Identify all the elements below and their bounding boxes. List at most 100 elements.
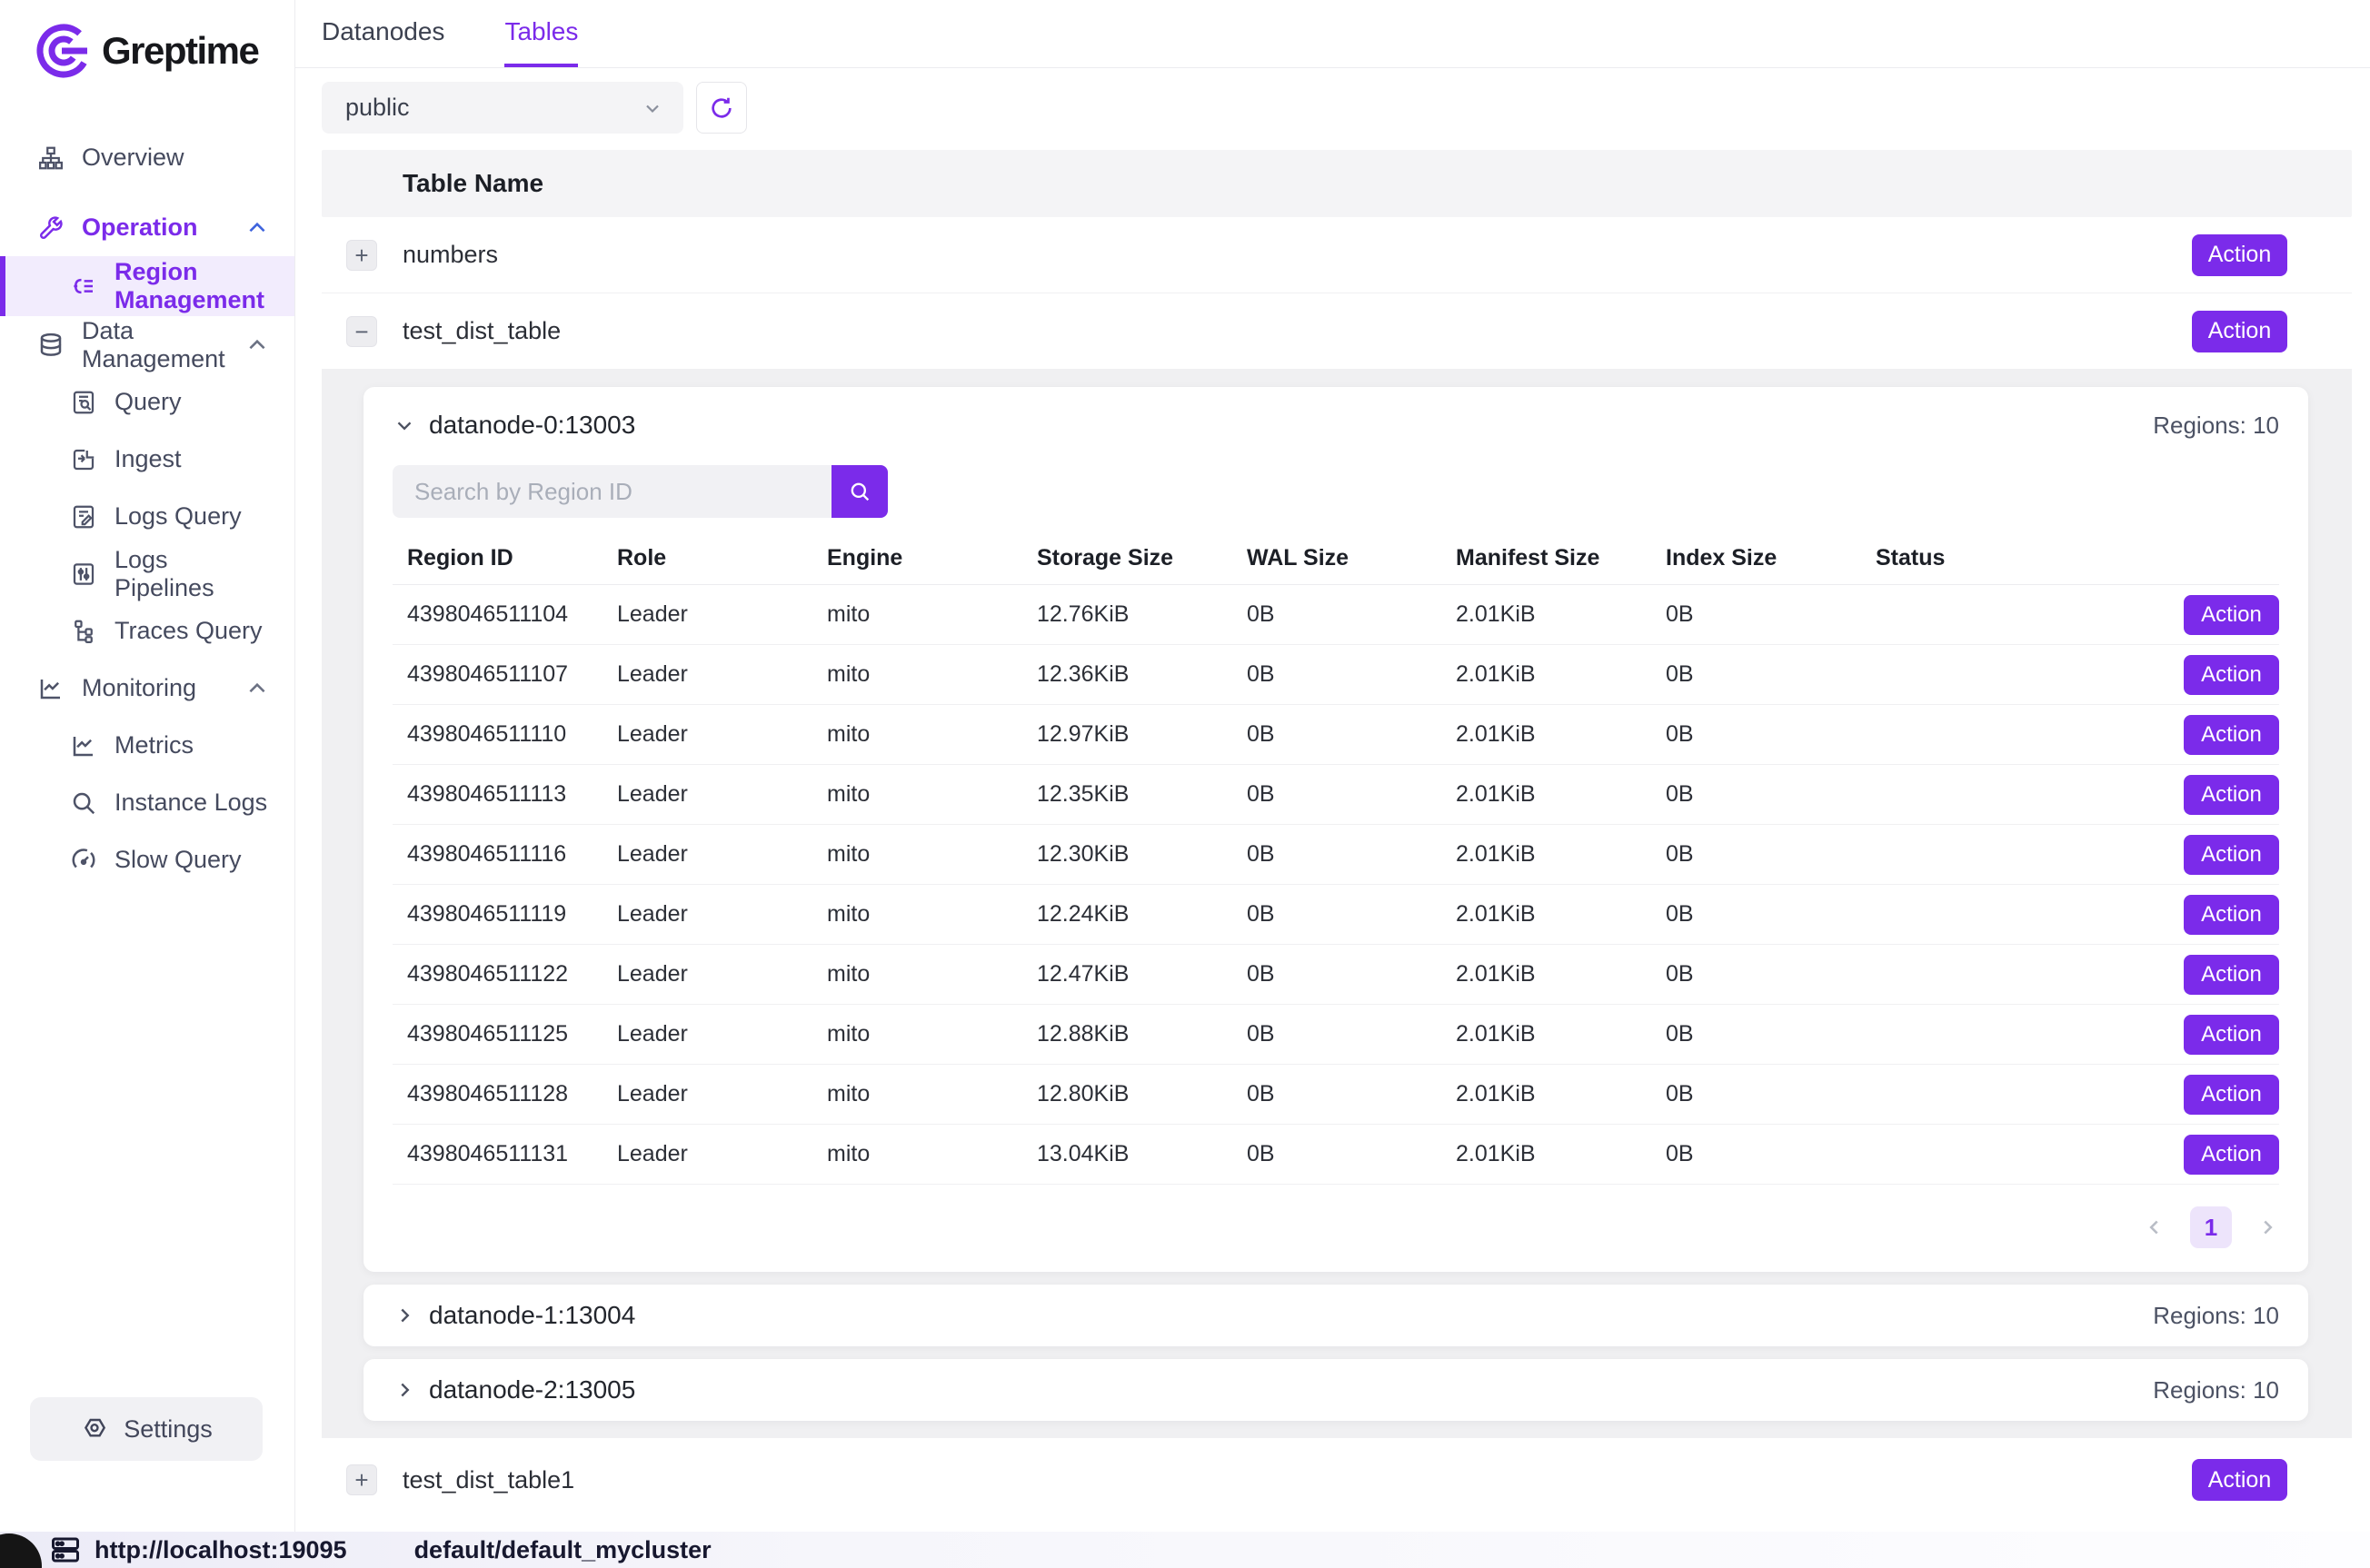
document-search-icon — [69, 388, 98, 417]
role-cell: Leader — [617, 661, 827, 688]
storage-size-cell: 12.80KiB — [1037, 1081, 1247, 1107]
corner-dot — [0, 1533, 42, 1568]
role-cell: Leader — [617, 1141, 827, 1167]
region-search-input[interactable] — [393, 465, 831, 518]
greptime-logo: Greptime — [0, 0, 294, 87]
table-action-button[interactable]: Action — [2192, 1459, 2287, 1501]
pagination-next-icon[interactable] — [2255, 1216, 2279, 1239]
wal-size-cell: 0B — [1247, 601, 1456, 628]
wrench-icon — [36, 213, 65, 243]
chevron-up-icon[interactable] — [245, 677, 269, 700]
sidebar-item-metrics[interactable]: Metrics — [0, 717, 294, 774]
table-action-button[interactable]: Action — [2192, 311, 2287, 352]
role-cell: Leader — [617, 1021, 827, 1047]
region-id-cell: 4398046511110 — [407, 721, 617, 748]
greptime-logo-icon — [35, 22, 93, 80]
regions-count: Regions: 10 — [2153, 1302, 2279, 1330]
sidebar-item-ingest[interactable]: Ingest — [0, 431, 294, 488]
schema-select[interactable]: public — [322, 82, 683, 134]
sidebar-item-logs-query[interactable]: Logs Query — [0, 488, 294, 545]
datanode-2-card[interactable]: datanode-2:13005 Regions: 10 — [363, 1359, 2308, 1421]
region-id-cell: 4398046511119 — [407, 901, 617, 928]
table-action-button[interactable]: Action — [2192, 234, 2287, 276]
region-table-body: 4398046511104 Leader mito 12.76KiB 0B 2.… — [393, 585, 2279, 1185]
server-icon — [49, 1533, 82, 1566]
chevron-right-icon — [393, 1304, 416, 1327]
sidebar-item-logs-pipelines[interactable]: Logs Pipelines — [0, 545, 294, 602]
tab-bar: Datanodes Tables — [295, 0, 2370, 68]
role-cell: Leader — [617, 961, 827, 987]
expand-plus-button[interactable]: + — [346, 240, 377, 271]
settings-button[interactable]: Settings — [30, 1397, 263, 1461]
chevron-up-icon[interactable] — [245, 216, 269, 240]
region-search-button[interactable] — [831, 465, 888, 518]
chevron-down-icon — [642, 97, 663, 119]
region-row: 4398046511125 Leader mito 12.88KiB 0B 2.… — [393, 1005, 2279, 1065]
sidebar-item-monitoring[interactable]: Monitoring — [0, 660, 294, 717]
region-action-button[interactable]: Action — [2184, 835, 2279, 875]
region-id-cell: 4398046511104 — [407, 601, 617, 628]
collapse-minus-button[interactable]: − — [346, 316, 377, 347]
chevron-up-icon[interactable] — [245, 333, 269, 357]
region-action-button[interactable]: Action — [2184, 955, 2279, 995]
storage-size-cell: 12.88KiB — [1037, 1021, 1247, 1047]
endpoint-url[interactable]: http://localhost:19095 — [95, 1536, 347, 1564]
region-action-button[interactable]: Action — [2184, 895, 2279, 935]
regions-count: Regions: 10 — [2153, 1376, 2279, 1404]
region-action-button[interactable]: Action — [2184, 1135, 2279, 1175]
tab-tables[interactable]: Tables — [504, 0, 578, 67]
region-action-button[interactable]: Action — [2184, 655, 2279, 695]
manifest-size-cell: 2.01KiB — [1456, 961, 1666, 987]
region-action-button[interactable]: Action — [2184, 1015, 2279, 1055]
tables-table: Table Name + numbers Action − test_dist_… — [322, 150, 2352, 1522]
expanded-datanodes-panel: datanode-0:13003 Regions: 10 — [322, 370, 2352, 1438]
col-index-size: Index Size — [1666, 545, 1876, 571]
pagination-prev-icon[interactable] — [2143, 1216, 2166, 1239]
table-row-test-dist-table: − test_dist_table Action — [322, 293, 2352, 370]
col-manifest-size: Manifest Size — [1456, 545, 1666, 571]
sidebar-item-traces-query[interactable]: Traces Query — [0, 602, 294, 660]
sidebar-item-query[interactable]: Query — [0, 373, 294, 431]
cluster-name[interactable]: default/default_mycluster — [414, 1536, 712, 1564]
tab-datanodes[interactable]: Datanodes — [322, 0, 444, 67]
sidebar-item-instance-logs[interactable]: Instance Logs — [0, 774, 294, 831]
region-row: 4398046511110 Leader mito 12.97KiB 0B 2.… — [393, 705, 2279, 765]
sidebar-item-label: Instance Logs — [115, 789, 267, 817]
index-size-cell: 0B — [1666, 841, 1876, 868]
settings-icon — [80, 1414, 109, 1444]
storage-size-cell: 12.30KiB — [1037, 841, 1247, 868]
engine-cell: mito — [827, 841, 1037, 868]
region-action-button[interactable]: Action — [2184, 1075, 2279, 1115]
region-action-button[interactable]: Action — [2184, 775, 2279, 815]
engine-cell: mito — [827, 961, 1037, 987]
datanode-name: datanode-2:13005 — [429, 1375, 635, 1404]
pagination-page-1[interactable]: 1 — [2190, 1206, 2232, 1248]
manifest-size-cell: 2.01KiB — [1456, 661, 1666, 688]
chevron-down-icon — [393, 413, 416, 437]
sidebar-item-operation[interactable]: Operation — [0, 199, 294, 256]
sitemap-icon — [36, 144, 65, 173]
index-size-cell: 0B — [1666, 1021, 1876, 1047]
region-action-button[interactable]: Action — [2184, 715, 2279, 755]
manifest-size-cell: 2.01KiB — [1456, 721, 1666, 748]
sidebar-item-slow-query[interactable]: Slow Query — [0, 831, 294, 888]
sidebar-item-region-management[interactable]: Region Management — [0, 256, 294, 316]
table-name-cell: test_dist_table — [403, 317, 561, 345]
datanode-0-header[interactable]: datanode-0:13003 Regions: 10 — [393, 405, 2279, 445]
sidebar: Greptime Overview — [0, 0, 295, 1532]
region-search — [393, 465, 2279, 518]
engine-cell: mito — [827, 1021, 1037, 1047]
storage-size-cell: 12.47KiB — [1037, 961, 1247, 987]
datanode-1-card[interactable]: datanode-1:13004 Regions: 10 — [363, 1285, 2308, 1346]
table-name-header: Table Name — [322, 150, 2352, 217]
region-action-button[interactable]: Action — [2184, 595, 2279, 635]
region-row: 4398046511128 Leader mito 12.80KiB 0B 2.… — [393, 1065, 2279, 1125]
index-size-cell: 0B — [1666, 601, 1876, 628]
sidebar-nav: Overview Operation — [0, 87, 294, 888]
region-id-cell: 4398046511125 — [407, 1021, 617, 1047]
expand-plus-button[interactable]: + — [346, 1464, 377, 1495]
sidebar-item-overview[interactable]: Overview — [0, 129, 294, 186]
sidebar-item-data-management[interactable]: Data Management — [0, 316, 294, 373]
refresh-button[interactable] — [696, 82, 747, 134]
col-region-id: Region ID — [407, 545, 617, 571]
